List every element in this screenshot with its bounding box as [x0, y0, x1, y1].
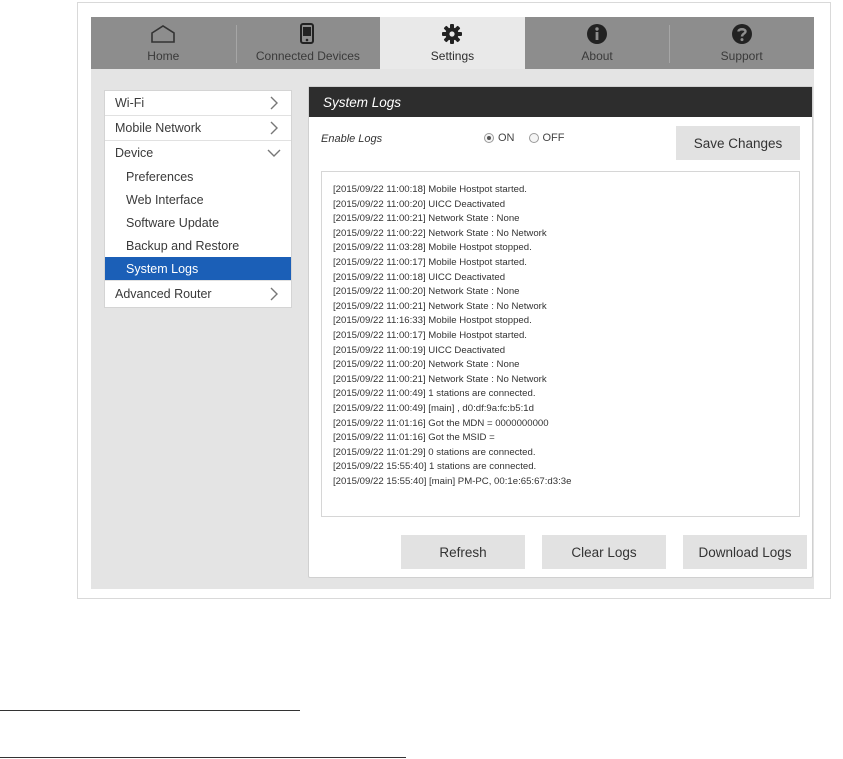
sidebar-subitem-label: Software Update — [126, 215, 220, 230]
tab-about-label: About — [581, 49, 613, 63]
gear-icon — [441, 21, 463, 47]
sidebar-subitem-web-interface[interactable]: Web Interface — [105, 188, 291, 211]
radio-off[interactable]: OFF — [528, 132, 565, 144]
enable-logs-radio-group: ON OFF — [484, 132, 565, 144]
clear-logs-button[interactable]: Clear Logs — [542, 535, 666, 569]
log-line: [2015/09/22 11:00:17] Mobile Hostpot sta… — [333, 329, 527, 341]
sidebar-subitem-preferences[interactable]: Preferences — [105, 165, 291, 188]
system-logs-panel: System Logs Enable Logs ON OFF Save Chan… — [308, 86, 813, 578]
log-output[interactable]: [2015/09/22 11:00:18] Mobile Hostpot sta… — [321, 171, 800, 517]
help-icon — [731, 21, 753, 47]
tab-settings[interactable]: Settings — [380, 17, 525, 69]
save-changes-button[interactable]: Save Changes — [676, 126, 800, 160]
top-nav: Home Connected Devices Settings About Su… — [91, 17, 814, 69]
log-line: [2015/09/22 11:00:49] 1 stations are con… — [333, 388, 536, 400]
sidebar-subitem-label: System Logs — [126, 261, 199, 276]
log-line: [2015/09/22 11:01:16] Got the MDN = 0000… — [333, 417, 549, 429]
sidebar-item-advanced-router[interactable]: Advanced Router — [105, 280, 291, 307]
tab-home-label: Home — [147, 49, 180, 63]
log-line: [2015/09/22 11:16:33] Mobile Hostpot sto… — [333, 315, 532, 327]
tab-home[interactable]: Home — [91, 17, 236, 69]
sidebar-item-mobile-network-label: Mobile Network — [115, 121, 202, 135]
chevron-right-icon — [267, 287, 281, 301]
log-line: [2015/09/22 11:00:22] Network State : No… — [333, 227, 547, 239]
sidebar-subitem-label: Backup and Restore — [126, 238, 240, 253]
log-line: [2015/09/22 11:00:18] Mobile Hostpot sta… — [333, 184, 527, 195]
log-line: [2015/09/22 15:55:40] [main] PM-PC, 00:1… — [333, 475, 572, 487]
sidebar-subitem-label: Web Interface — [126, 192, 204, 207]
log-line: [2015/09/22 15:55:40] 1 stations are con… — [333, 461, 537, 473]
log-line: [2015/09/22 11:00:21] Network State : No… — [333, 213, 520, 225]
tab-support[interactable]: Support — [669, 17, 814, 69]
sidebar-subitem-software-update[interactable]: Software Update — [105, 211, 291, 234]
enable-logs-label: Enable Logs — [321, 133, 383, 145]
log-line: [2015/09/22 11:00:49] [main] , d0:df:9a:… — [333, 402, 534, 414]
refresh-button[interactable]: Refresh — [401, 535, 525, 569]
radio-on-label: ON — [498, 132, 515, 144]
log-line: [2015/09/22 11:01:29] 0 stations are con… — [333, 446, 536, 458]
tab-about[interactable]: About — [525, 17, 670, 69]
sidebar-subitem-label: Preferences — [126, 169, 194, 184]
log-line: [2015/09/22 11:00:19] UICC Deactivated — [333, 344, 506, 356]
sidebar-subitem-backup-restore[interactable]: Backup and Restore — [105, 234, 291, 257]
chevron-right-icon — [267, 96, 281, 110]
log-line: [2015/09/22 11:00:21] Network State : No… — [333, 300, 547, 312]
log-line: [2015/09/22 11:00:21] Network State : No… — [333, 373, 547, 385]
device-icon — [299, 21, 317, 47]
sidebar-item-wifi-label: Wi-Fi — [115, 96, 145, 110]
log-line: [2015/09/22 11:03:28] Mobile Hostpot sto… — [333, 242, 532, 254]
info-icon — [586, 21, 608, 47]
tab-support-label: Support — [720, 49, 763, 63]
sidebar-item-device-label: Device — [115, 146, 154, 160]
settings-sidebar: Wi-Fi Mobile Network Device Preferences … — [104, 90, 292, 308]
log-lines: [2015/09/22 11:00:18] Mobile Hostpot sta… — [322, 172, 799, 489]
chevron-down-icon — [267, 146, 281, 160]
log-line: [2015/09/22 11:00:20] Network State : No… — [333, 359, 520, 371]
sidebar-item-mobile-network[interactable]: Mobile Network — [105, 116, 291, 141]
log-line: [2015/09/22 11:00:17] Mobile Hostpot sta… — [333, 256, 527, 268]
sidebar-item-wifi[interactable]: Wi-Fi — [105, 91, 291, 116]
sidebar-item-advanced-router-label: Advanced Router — [115, 287, 212, 301]
panel-title: System Logs — [309, 87, 812, 117]
divider-line — [0, 757, 406, 758]
sidebar-item-device[interactable]: Device — [105, 141, 291, 165]
chevron-right-icon — [267, 121, 281, 135]
tab-connected-devices-label: Connected Devices — [255, 49, 360, 63]
log-line: [2015/09/22 11:01:16] Got the MSID = — [333, 432, 495, 444]
download-logs-button[interactable]: Download Logs — [683, 535, 807, 569]
home-icon — [150, 21, 176, 47]
radio-off-label: OFF — [542, 132, 565, 144]
log-line: [2015/09/22 11:00:18] UICC Deactivated — [333, 271, 506, 283]
log-line: [2015/09/22 11:00:20] UICC Deactivated — [333, 198, 506, 210]
tab-connected-devices[interactable]: Connected Devices — [235, 17, 381, 69]
sidebar-subitem-system-logs[interactable]: System Logs — [105, 257, 291, 280]
log-line: [2015/09/22 11:00:20] Network State : No… — [333, 286, 520, 298]
tab-settings-label: Settings — [430, 49, 475, 63]
divider-line — [0, 710, 300, 711]
radio-on-indicator[interactable] — [484, 133, 494, 143]
radio-off-indicator[interactable] — [528, 133, 539, 143]
radio-on[interactable]: ON — [484, 132, 515, 144]
